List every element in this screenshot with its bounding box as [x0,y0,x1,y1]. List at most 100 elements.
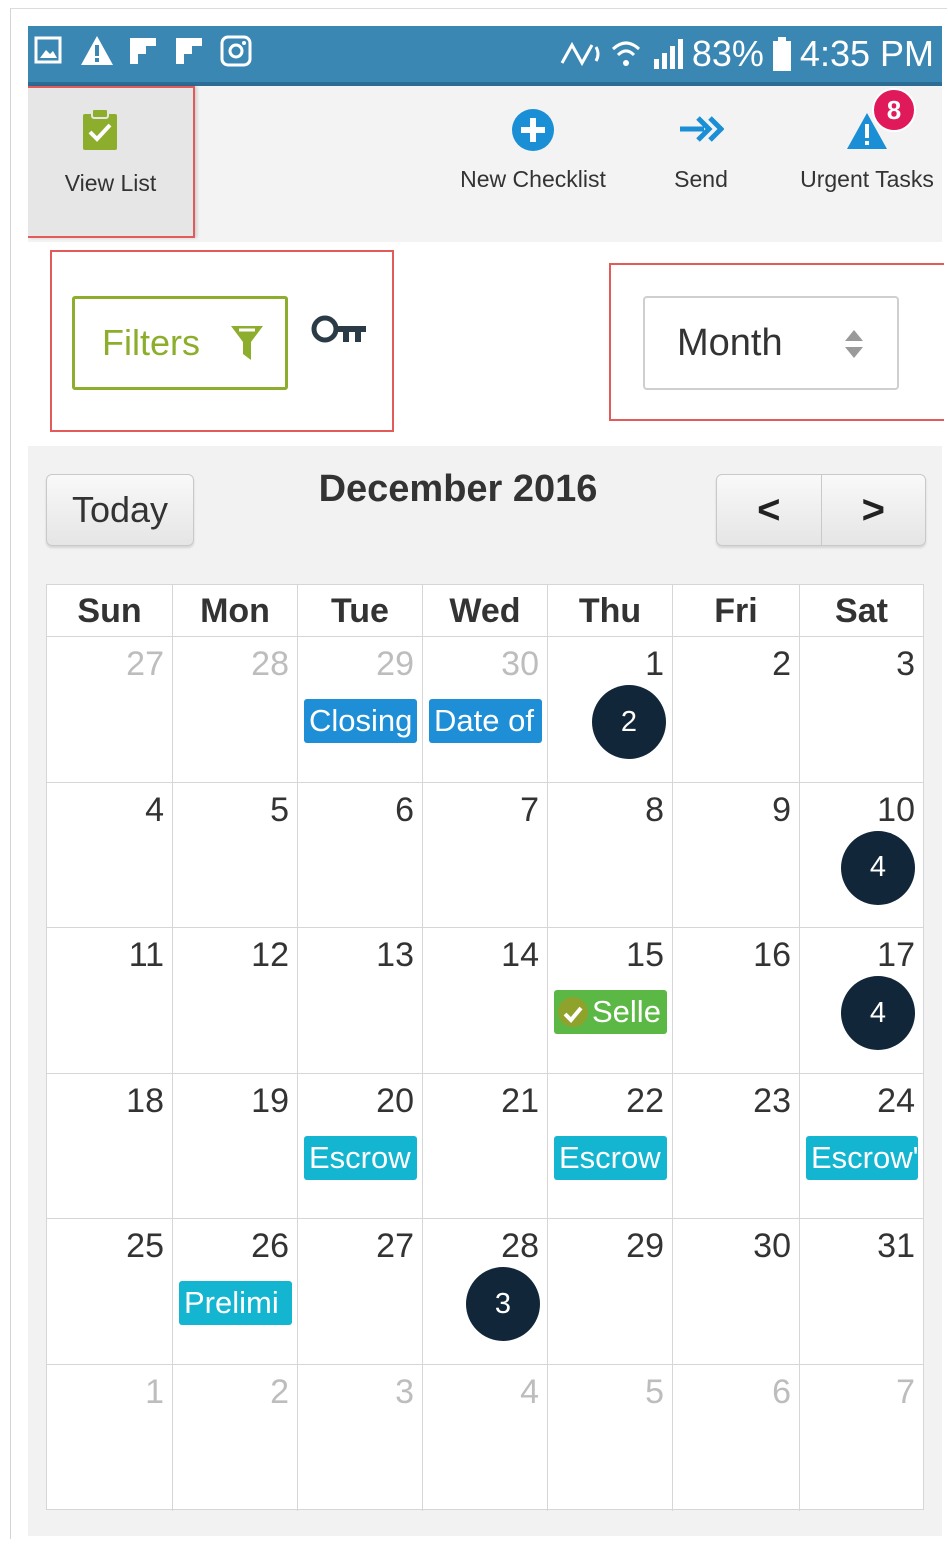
day-cell[interactable]: 15 Selle [548,928,673,1074]
day-cell[interactable]: 17 4 [800,928,923,1074]
event-count-badge[interactable]: 3 [466,1267,540,1342]
day-cell[interactable]: 27 [298,1219,423,1365]
day-number: 22 [626,1081,664,1120]
key-icon[interactable] [310,314,368,348]
urgent-tasks-button[interactable]: 8 Urgent Tasks [792,86,942,236]
event-title: Date of [434,703,534,738]
day-cell[interactable]: 20 Escrow [298,1073,423,1220]
day-cell[interactable]: 22 Escrow [548,1073,673,1220]
day-number: 24 [877,1081,915,1120]
gallery-notification-icon [34,36,62,64]
day-number: 27 [376,1227,414,1266]
day-cell[interactable]: 2 [673,637,800,783]
day-cell[interactable]: 3 [298,1365,423,1511]
event-title: Escrow [559,1139,661,1175]
event-chip[interactable]: Date of [429,699,542,743]
new-checklist-button[interactable]: New Checklist [448,86,618,236]
day-number: 7 [520,790,539,829]
day-cell[interactable]: 24 Escrow' [800,1074,923,1220]
calendar-title: December 2016 [318,468,598,510]
day-cell[interactable]: 29 Closing [298,637,423,783]
day-number: 1 [145,1373,164,1411]
day-cell[interactable]: 25 [47,1219,173,1365]
send-button[interactable]: Send [656,86,746,236]
day-cell[interactable]: 5 [173,782,298,929]
day-cell[interactable]: 31 [800,1219,923,1365]
day-cell[interactable]: 1 [47,1365,173,1511]
view-list-button[interactable]: View List [28,86,195,238]
day-cell[interactable]: 28 3 [423,1219,548,1365]
event-count-badge[interactable]: 4 [841,976,915,1051]
day-cell[interactable]: 18 [47,1073,173,1220]
day-number: 3 [395,1373,414,1411]
day-cell[interactable]: 12 [548,637,673,783]
day-cell[interactable]: 11 [47,928,173,1074]
event-chip[interactable]: Escrow [304,1135,417,1180]
next-month-button[interactable]: > [822,475,926,545]
day-cell[interactable]: 27 [47,637,173,783]
day-cell[interactable]: 4 [47,782,173,929]
day-cell[interactable]: 19 [173,1073,298,1220]
day-cell[interactable]: 7 [423,782,548,929]
day-cell[interactable]: 5 [548,1365,673,1511]
day-cell[interactable]: 7 [800,1365,923,1511]
day-cell[interactable]: 16 [673,928,800,1074]
day-number: 23 [753,1081,791,1120]
day-number: 29 [376,645,414,683]
day-number: 7 [896,1373,915,1411]
day-cell[interactable]: 14 [423,928,548,1074]
clipboard-check-icon [83,108,117,150]
day-cell[interactable]: 30 Date of [423,637,548,783]
day-cell[interactable]: 8 [548,782,673,929]
event-chip[interactable]: Selle [554,990,667,1035]
event-count-badge[interactable]: 2 [592,685,666,759]
plus-circle-icon [512,109,554,151]
calendar: Today December 2016 < > Sun Mon Tue Wed Thu F… [28,446,942,1536]
day-number: 10 [877,790,915,829]
event-count: 2 [620,705,638,738]
prev-month-button[interactable]: < [717,475,822,545]
month-grid: Sun Mon Tue Wed Thu Fri Sat 27 28 29 Closing 30 Date… [46,584,924,1511]
day-cell[interactable]: 10 4 [800,783,923,929]
checkmark-icon [558,997,588,1028]
day-cell[interactable]: 3 [800,637,923,783]
filters-button[interactable]: Filters [72,296,288,390]
day-cell[interactable]: 21 [423,1073,548,1220]
event-title: Escrow [309,1139,411,1175]
day-cell[interactable]: 13 [298,928,423,1074]
event-chip[interactable]: Closing [304,699,417,743]
day-cell[interactable]: 23 [673,1073,800,1220]
day-number: 4 [145,790,164,829]
view-select-highlight: Month [609,263,944,421]
day-number: 30 [753,1227,791,1266]
send-label: Send [674,166,728,192]
urgent-count: 8 [886,94,902,125]
event-chip[interactable]: Escrow' [806,1135,918,1180]
day-cell[interactable]: 28 [173,637,298,783]
day-number: 12 [251,936,289,975]
sort-arrows-icon [845,330,863,358]
day-number: 21 [501,1081,539,1120]
day-cell[interactable]: 30 [673,1219,800,1365]
day-cell[interactable]: 6 [673,1365,800,1511]
day-number: 29 [626,1227,664,1266]
day-cell[interactable]: 29 [548,1219,673,1365]
day-cell[interactable]: 4 [423,1365,548,1511]
day-cell[interactable]: 26 Prelimi [173,1219,298,1365]
day-number: 20 [376,1081,414,1120]
today-button[interactable]: Today [46,474,194,546]
view-list-label: View List [64,170,157,196]
calendar-view-select[interactable]: Month [643,296,899,390]
event-title: Prelimi [184,1285,279,1321]
day-number: 28 [501,1227,539,1266]
weekday-header: Thu [548,585,673,637]
filters-label: Filters [102,322,200,363]
day-cell[interactable]: 12 [173,928,298,1074]
day-cell[interactable]: 6 [298,782,423,929]
day-cell[interactable]: 2 [173,1365,298,1511]
event-chip[interactable]: Escrow [554,1135,667,1180]
day-cell[interactable]: 9 [673,782,800,929]
event-count-badge[interactable]: 4 [841,830,915,905]
signal-icon [653,39,683,69]
event-chip[interactable]: Prelimi [179,1281,292,1326]
